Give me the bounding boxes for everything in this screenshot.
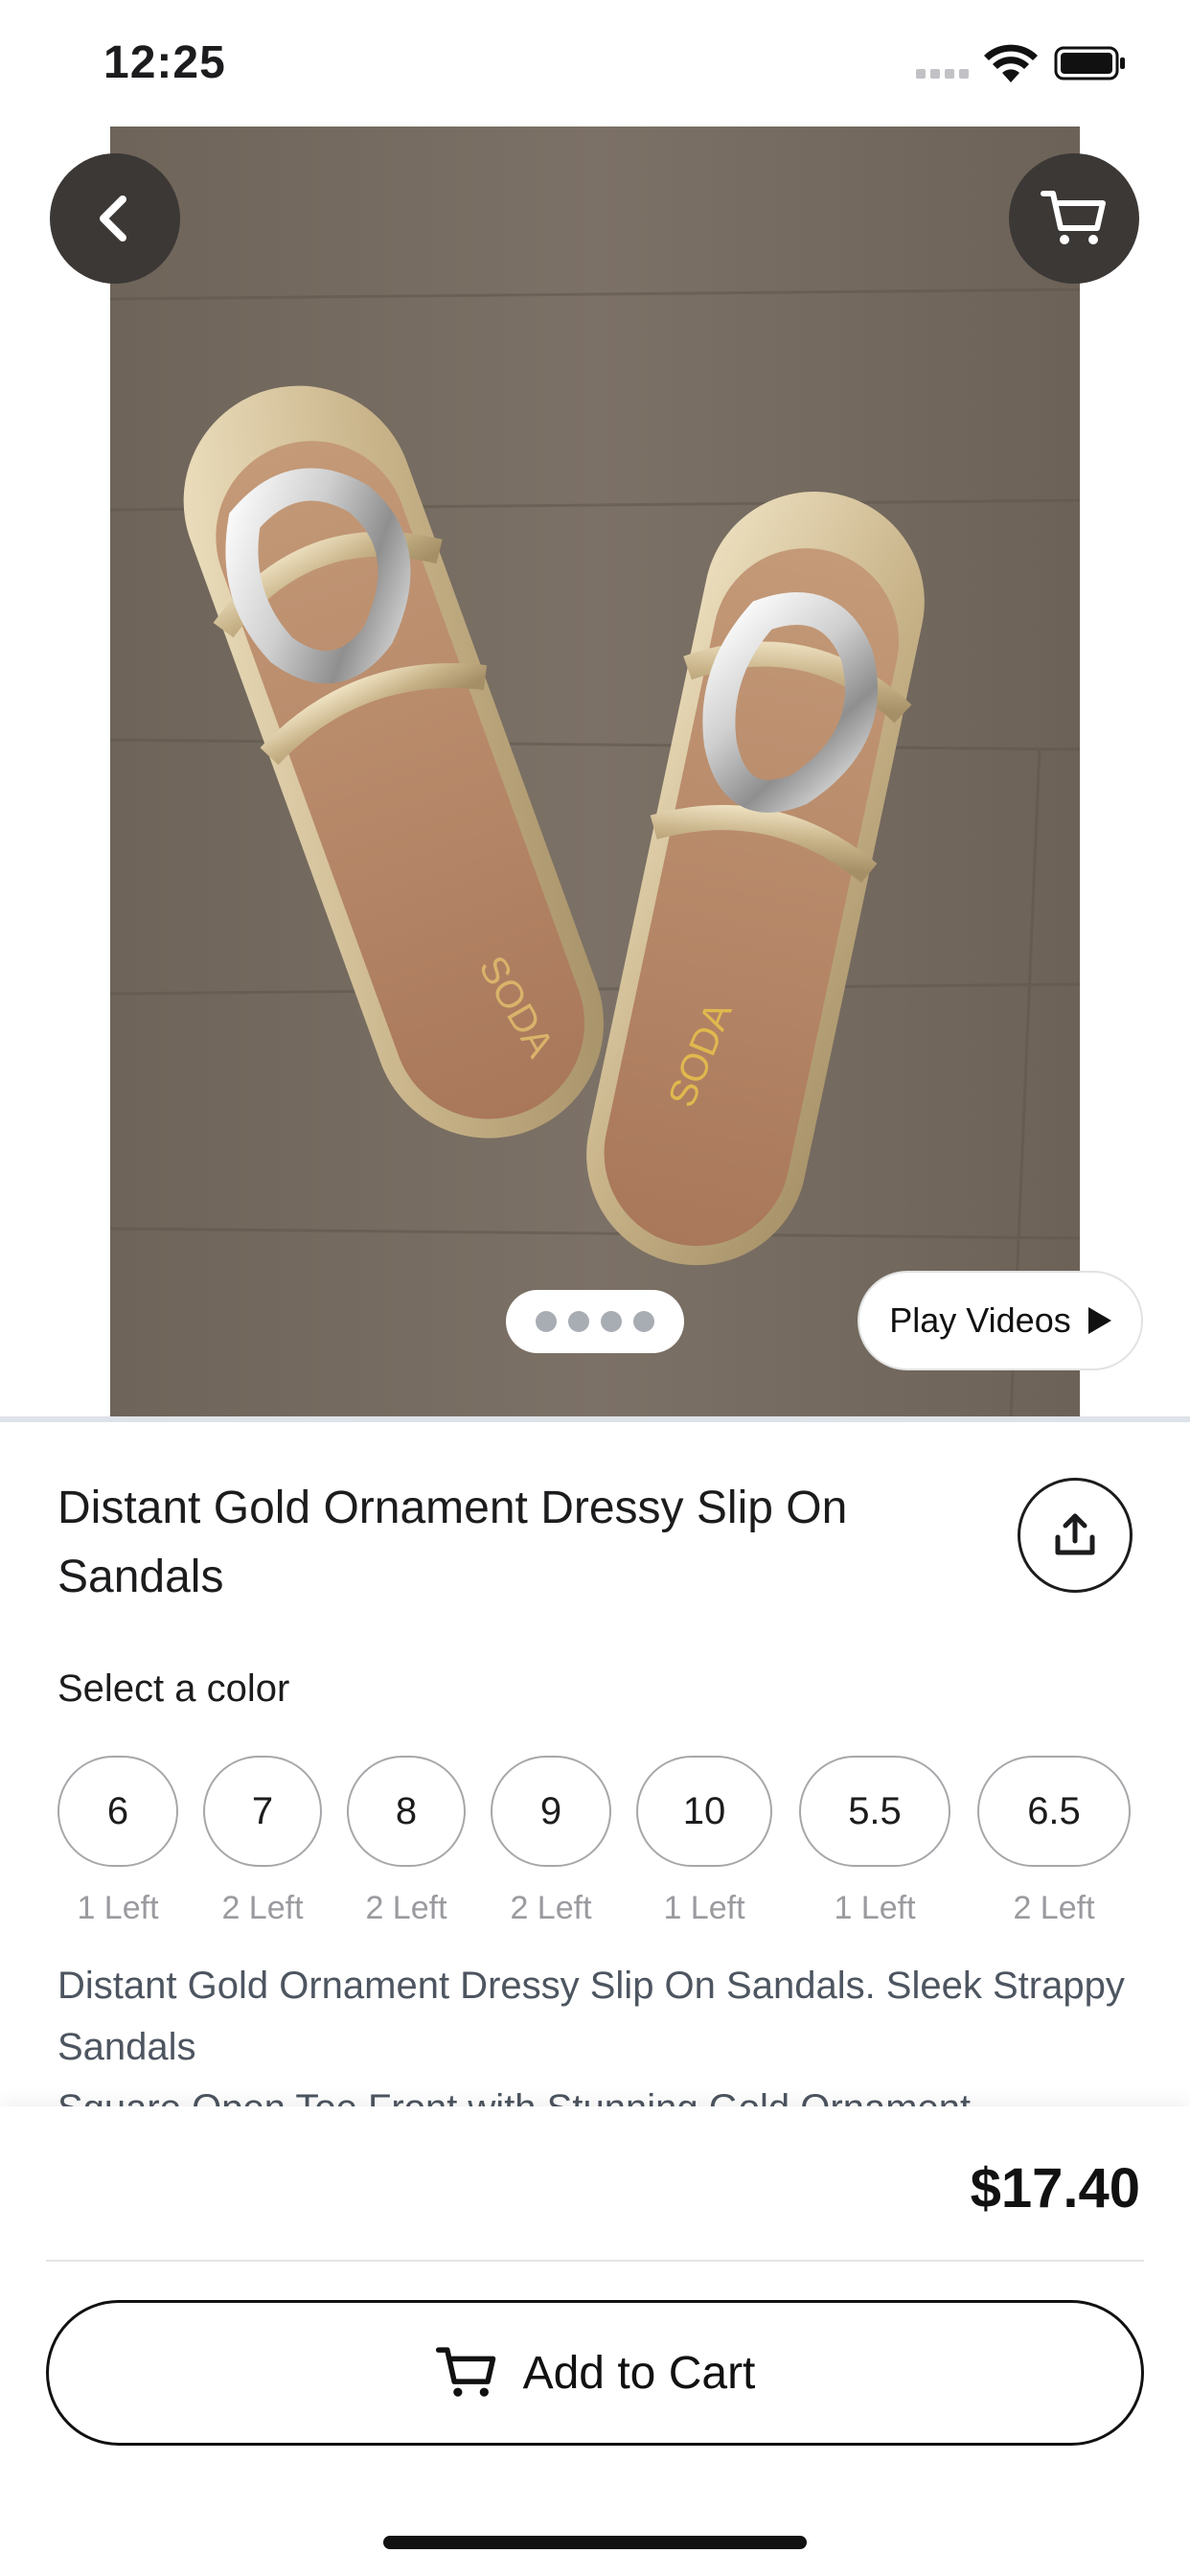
size-chip[interactable]: 5.5 (799, 1756, 950, 1867)
status-time: 12:25 (103, 37, 226, 88)
size-option[interactable]: 8 2 Left (347, 1756, 466, 1927)
image-pager[interactable] (506, 1290, 684, 1353)
size-option[interactable]: 6 1 Left (57, 1756, 178, 1927)
pager-dot[interactable] (568, 1311, 589, 1332)
cellular-signal-icon (916, 69, 969, 79)
play-icon (1087, 1307, 1111, 1334)
checkout-bar: $17.40 Add to Cart (0, 2106, 1190, 2576)
size-chip[interactable]: 7 (203, 1756, 322, 1867)
wifi-icon (984, 44, 1038, 82)
size-chip[interactable]: 6.5 (977, 1756, 1131, 1867)
home-indicator[interactable] (383, 2536, 807, 2549)
size-chip[interactable]: 8 (347, 1756, 466, 1867)
cart-button[interactable] (1009, 153, 1139, 284)
status-bar: 12:25 (0, 0, 1190, 126)
size-chip[interactable]: 9 (491, 1756, 611, 1867)
stock-label: 2 Left (221, 1890, 304, 1926)
size-chip[interactable]: 6 (57, 1756, 178, 1867)
pager-dot[interactable] (536, 1311, 557, 1332)
add-to-cart-button[interactable]: Add to Cart (46, 2300, 1144, 2446)
size-option[interactable]: 9 2 Left (491, 1756, 611, 1927)
product-price: $17.40 (970, 2157, 1140, 2220)
stock-label: 1 Left (77, 1890, 159, 1926)
cart-icon (1041, 191, 1106, 244)
size-chip[interactable]: 10 (636, 1756, 772, 1867)
size-options: 6 1 Left 7 2 Left 8 2 Left 9 2 Left 10 1… (57, 1756, 1140, 1938)
product-detail-screen: 12:25 SODA SODA Play Videos Distant Gold… (0, 0, 1190, 2576)
select-color-label: Select a color (57, 1668, 290, 1710)
pager-dot[interactable] (601, 1311, 622, 1332)
size-option[interactable]: 6.5 2 Left (977, 1756, 1131, 1927)
share-button[interactable] (1018, 1478, 1133, 1593)
product-photo: SODA SODA (110, 126, 1080, 1418)
product-description: Distant Gold Ornament Dressy Slip On San… (57, 1965, 1125, 2108)
size-option[interactable]: 5.5 1 Left (799, 1756, 950, 1927)
back-button[interactable] (50, 153, 180, 284)
battery-icon (1054, 46, 1125, 80)
cart-icon (435, 2347, 495, 2397)
product-image[interactable]: SODA SODA (110, 126, 1080, 1418)
hero-divider (0, 1416, 1190, 1422)
chevron-left-icon (100, 196, 126, 242)
divider (46, 2260, 1144, 2262)
size-option[interactable]: 10 1 Left (636, 1756, 772, 1927)
stock-label: 2 Left (1013, 1890, 1095, 1926)
add-to-cart-label: Add to Cart (522, 2347, 756, 2399)
stock-label: 2 Left (365, 1890, 447, 1926)
size-option[interactable]: 7 2 Left (203, 1756, 322, 1927)
stock-label: 1 Left (834, 1890, 916, 1926)
stock-label: 2 Left (510, 1890, 592, 1926)
product-title: Distant Gold Ornament Dressy Slip On San… (57, 1483, 848, 1602)
stock-label: 1 Left (663, 1890, 745, 1926)
pager-dot[interactable] (633, 1311, 654, 1332)
play-videos-label: Play Videos (889, 1300, 1071, 1340)
play-videos-button[interactable]: Play Videos (858, 1271, 1143, 1370)
share-icon (1055, 1513, 1095, 1555)
